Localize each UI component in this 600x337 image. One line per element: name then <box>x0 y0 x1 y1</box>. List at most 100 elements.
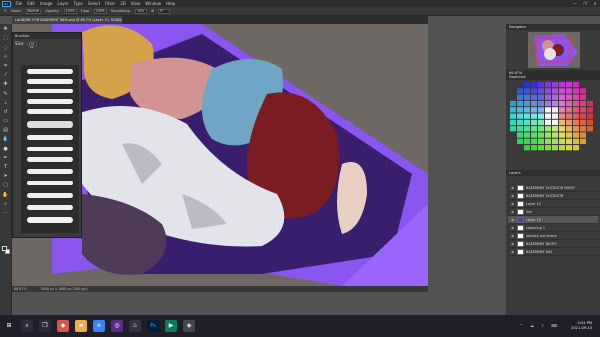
color-swatch[interactable] <box>552 82 558 88</box>
layer-row[interactable]: ◉ BASEMENT OUTDOOR <box>508 192 598 200</box>
color-swatch[interactable] <box>580 126 586 132</box>
type-tool-icon[interactable]: T <box>2 163 10 171</box>
layer-row[interactable]: ◉ line <box>508 208 598 216</box>
mode-select[interactable]: Normal <box>25 8 42 14</box>
color-swatch[interactable] <box>573 113 579 119</box>
color-swatch[interactable] <box>545 145 551 151</box>
color-swatch[interactable] <box>531 107 537 113</box>
color-swatch[interactable] <box>552 126 558 132</box>
menu-edit[interactable]: Edit <box>25 1 38 6</box>
brush-preset[interactable] <box>27 89 73 93</box>
color-swatch[interactable] <box>538 100 544 107</box>
eyedropper-icon[interactable]: ⁄ <box>2 71 10 79</box>
layer-row-selected[interactable]: ◉ Layer 10 <box>508 216 598 224</box>
layer-row[interactable]: ◉ BASEMENT NIGHT <box>508 240 598 248</box>
color-swatch[interactable] <box>580 113 586 119</box>
color-swatch[interactable] <box>559 119 565 126</box>
color-swatch[interactable] <box>566 113 572 119</box>
app-icon[interactable]: ◈ <box>183 320 195 332</box>
color-swatch[interactable] <box>517 100 523 107</box>
color-swatch[interactable] <box>587 100 593 107</box>
color-swatch[interactable] <box>573 126 579 132</box>
discord-icon[interactable]: ◎ <box>111 320 123 332</box>
menu-type[interactable]: Type <box>71 1 85 6</box>
menu-select[interactable]: Select <box>85 1 102 6</box>
menu-window[interactable]: Window <box>143 1 164 6</box>
color-swatch[interactable] <box>531 82 537 88</box>
navigator-thumbnail[interactable] <box>528 32 580 68</box>
color-swatch[interactable] <box>517 107 523 113</box>
color-swatch[interactable] <box>566 107 572 113</box>
color-swatch[interactable] <box>552 113 558 119</box>
color-swatch[interactable] <box>566 138 572 144</box>
color-swatch[interactable] <box>517 138 523 144</box>
color-swatch[interactable] <box>538 107 544 113</box>
color-swatch[interactable] <box>580 138 586 144</box>
color-swatch[interactable] <box>545 94 551 100</box>
color-swatch[interactable] <box>510 126 516 132</box>
color-swatch[interactable] <box>573 119 579 126</box>
color-swatch[interactable] <box>566 119 572 126</box>
color-swatch[interactable] <box>559 107 565 113</box>
brush-preset[interactable] <box>27 205 73 210</box>
color-swatch[interactable] <box>566 145 572 151</box>
color-swatch[interactable] <box>510 100 516 107</box>
brush-list[interactable] <box>21 65 79 233</box>
color-swatch[interactable] <box>524 113 530 119</box>
brush-preset[interactable] <box>27 69 73 74</box>
path-select-icon[interactable]: ➤ <box>2 172 10 180</box>
color-swatch[interactable] <box>538 138 544 144</box>
color-swatch[interactable] <box>538 119 544 126</box>
color-swatch[interactable] <box>573 94 579 100</box>
color-swatch[interactable] <box>573 132 579 138</box>
steam-icon[interactable]: ♨ <box>129 320 141 332</box>
eye-icon[interactable]: ◉ <box>511 192 514 200</box>
color-swatch[interactable] <box>538 126 544 132</box>
color-swatch[interactable] <box>545 138 551 144</box>
menu-filter[interactable]: Filter <box>103 1 118 6</box>
navigator-title[interactable]: Navigator <box>506 24 600 30</box>
task-view-icon[interactable]: ❐ <box>39 320 51 332</box>
color-swatch[interactable] <box>538 82 544 88</box>
color-swatch[interactable] <box>524 82 530 88</box>
brush-preset[interactable] <box>27 135 73 140</box>
color-swatch[interactable] <box>531 94 537 100</box>
foreground-color[interactable] <box>2 246 7 251</box>
color-swatch[interactable] <box>538 132 544 138</box>
smoothing-field[interactable]: 10% <box>134 8 147 14</box>
color-swatch[interactable] <box>510 113 516 119</box>
color-swatch[interactable] <box>531 132 537 138</box>
hand-tool-icon[interactable]: ✋ <box>2 191 10 199</box>
eye-icon[interactable]: ◉ <box>511 240 514 248</box>
brush-tool-icon[interactable]: ✎ <box>4 9 7 13</box>
clock[interactable]: 3:41 PM 2021-09-13 <box>571 321 592 331</box>
color-swatch[interactable] <box>517 94 523 100</box>
gear-icon[interactable]: ⚙ <box>151 9 154 13</box>
color-swatch[interactable] <box>545 113 551 119</box>
color-swatch[interactable] <box>524 132 530 138</box>
gradient-icon[interactable]: ▤ <box>2 126 10 134</box>
eye-icon[interactable]: ◉ <box>511 216 514 224</box>
opacity-field[interactable]: 100% <box>63 8 77 14</box>
color-swatch[interactable] <box>580 100 586 107</box>
color-swatch[interactable] <box>566 94 572 100</box>
layer-row[interactable]: ◉ BASEMENT DAY <box>508 248 598 256</box>
color-swatch[interactable] <box>587 107 593 113</box>
more-tools-icon[interactable]: ⋯ <box>2 209 10 217</box>
layer-row[interactable]: ◉ BASEMENT OUTDOOR NIGHT <box>508 184 598 192</box>
eraser-icon[interactable]: ▭ <box>2 117 10 125</box>
eye-icon[interactable]: ◉ <box>511 208 514 216</box>
layer-row[interactable]: ◉ laundry out scene <box>508 232 598 240</box>
eye-icon[interactable]: ◉ <box>511 224 514 232</box>
folder-icon[interactable]: ▰ <box>75 320 87 332</box>
color-swatch[interactable] <box>559 138 565 144</box>
flow-field[interactable]: 100% <box>93 8 107 14</box>
history-brush-icon[interactable]: ↺ <box>2 108 10 116</box>
app-icon[interactable]: ◆ <box>57 320 69 332</box>
layer-row[interactable]: ◉ colouring 1 <box>508 224 598 232</box>
brush-preset[interactable] <box>27 193 73 198</box>
pen-tool-icon[interactable]: ✒ <box>2 154 10 162</box>
color-swatch[interactable] <box>580 107 586 113</box>
color-swatch[interactable] <box>545 88 551 94</box>
color-swatch[interactable] <box>517 88 523 94</box>
